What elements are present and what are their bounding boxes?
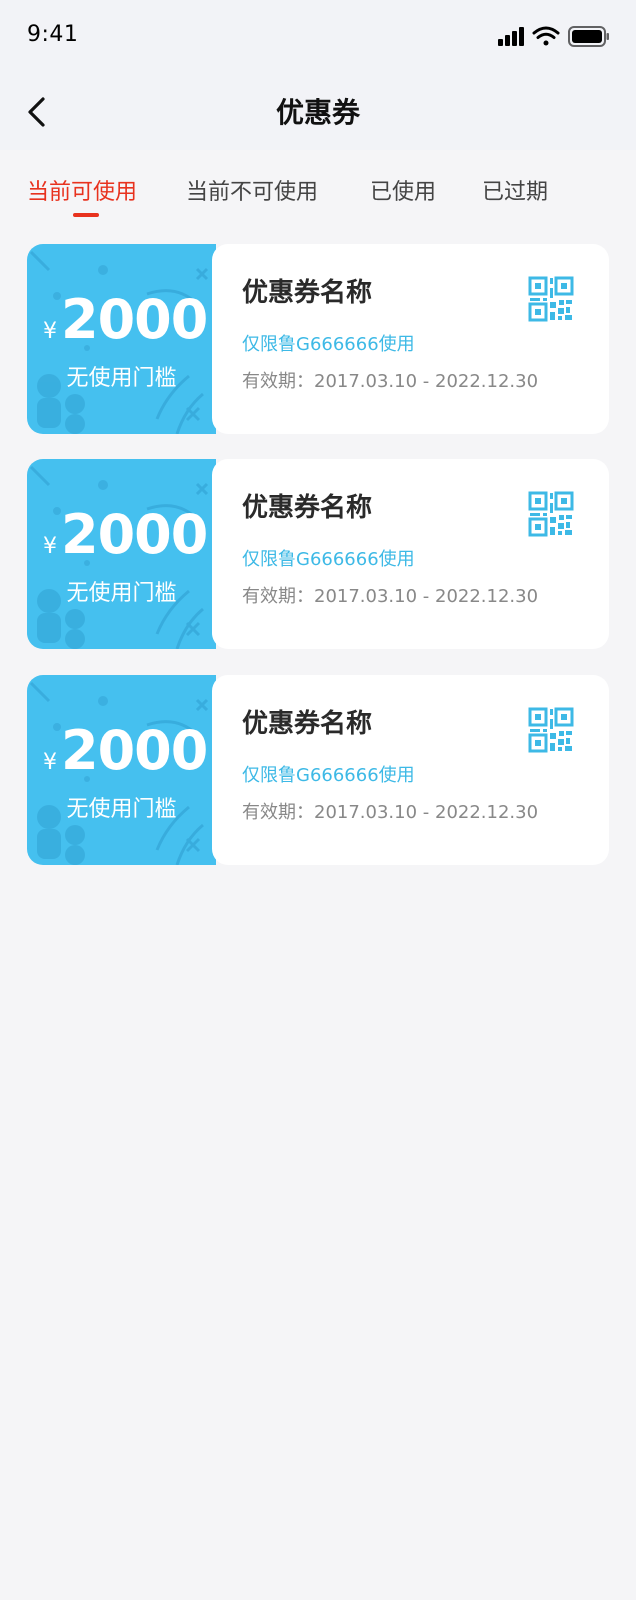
wifi-icon [532, 26, 560, 46]
coupon-info-panel: 优惠券名称 仅限鲁G666666使用 有效期：2017.03.10 - 2022… [212, 244, 609, 434]
coupon-threshold: 无使用门槛 [66, 581, 177, 606]
coupon-name: 优惠券名称 [242, 709, 373, 739]
coupon-name: 优惠券名称 [242, 278, 373, 308]
qr-code-icon[interactable] [528, 491, 574, 537]
qr-code-icon[interactable] [528, 276, 574, 322]
coupon-name: 优惠券名称 [242, 493, 373, 523]
qr-code-icon[interactable] [528, 707, 574, 753]
currency-symbol: ¥ [43, 750, 57, 775]
coupon-usage-limit: 仅限鲁G666666使用 [242, 765, 415, 786]
coupon-card[interactable]: ¥2000 无使用门槛 优惠券名称 仅限鲁G666666使用 有效期：2017.… [27, 459, 609, 649]
tab-available[interactable]: 当前可使用 [27, 174, 137, 206]
coupon-amount: 2000 [61, 288, 208, 351]
currency-symbol: ¥ [43, 319, 57, 344]
page-title: 优惠券 [275, 96, 360, 129]
coupon-info-panel: 优惠券名称 仅限鲁G666666使用 有效期：2017.03.10 - 2022… [212, 459, 609, 649]
coupon-card[interactable]: ¥2000 无使用门槛 优惠券名称 仅限鲁G666666使用 有效期：2017.… [27, 244, 609, 434]
coupon-price: ¥2000 [43, 503, 208, 566]
currency-symbol: ¥ [43, 534, 57, 559]
battery-icon [568, 26, 609, 47]
status-icons [498, 24, 610, 50]
active-tab-indicator [73, 213, 99, 217]
tab-expired[interactable]: 已过期 [482, 174, 548, 206]
status-time: 9:41 [27, 22, 79, 47]
coupon-validity: 有效期：2017.03.10 - 2022.12.30 [242, 586, 539, 607]
coupon-validity: 有效期：2017.03.10 - 2022.12.30 [242, 371, 539, 392]
coupon-validity: 有效期：2017.03.10 - 2022.12.30 [242, 802, 539, 823]
coupon-threshold: 无使用门槛 [66, 366, 177, 391]
header: 9:41 优惠券 [0, 0, 636, 150]
coupon-usage-limit: 仅限鲁G666666使用 [242, 549, 415, 570]
coupon-usage-limit: 仅限鲁G666666使用 [242, 334, 415, 355]
coupon-amount: 2000 [61, 719, 208, 782]
signal-icon [498, 27, 524, 46]
coupon-value-panel: ¥2000 无使用门槛 [27, 459, 216, 649]
coupon-value-panel: ¥2000 无使用门槛 [27, 244, 216, 434]
coupon-info-panel: 优惠券名称 仅限鲁G666666使用 有效期：2017.03.10 - 2022… [212, 675, 609, 865]
coupon-price: ¥2000 [43, 719, 208, 782]
coupon-price: ¥2000 [43, 288, 208, 351]
tab-unavailable[interactable]: 当前不可使用 [186, 174, 318, 206]
tab-used[interactable]: 已使用 [370, 174, 436, 206]
coupon-amount: 2000 [61, 503, 208, 566]
coupon-threshold: 无使用门槛 [66, 797, 177, 822]
coupon-card[interactable]: ¥2000 无使用门槛 优惠券名称 仅限鲁G666666使用 有效期：2017.… [27, 675, 609, 865]
coupon-value-panel: ¥2000 无使用门槛 [27, 675, 216, 865]
